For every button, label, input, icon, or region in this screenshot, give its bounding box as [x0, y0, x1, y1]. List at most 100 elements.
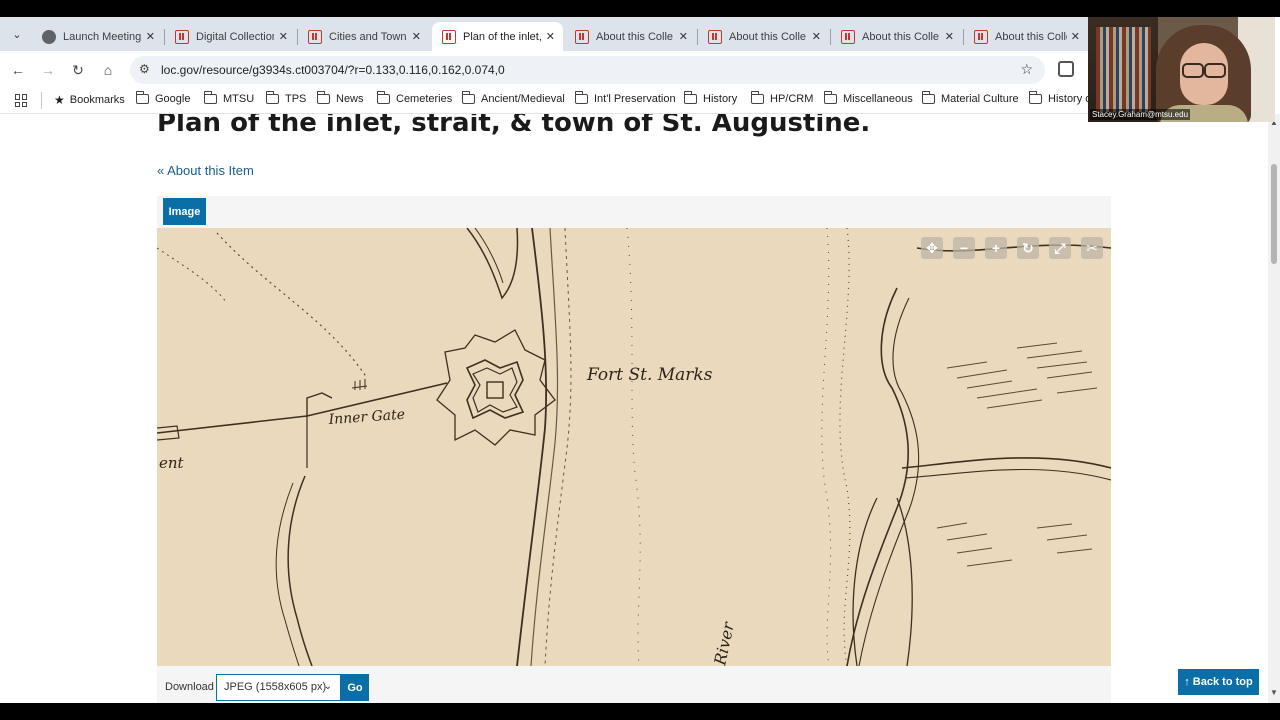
bookmark-folder-ancient-medieval[interactable]: Ancient/Medieval	[461, 91, 565, 105]
map-label-gate: Inner Gate	[327, 407, 405, 428]
tab-2[interactable]: Cities and Towns ✕	[298, 22, 429, 51]
download-go-button[interactable]: Go	[341, 674, 369, 701]
bookmark-folder-material-culture[interactable]: Material Culture	[921, 91, 1019, 105]
folder-icon	[135, 91, 149, 104]
bookmark-folder-cemeteries[interactable]: Cemeteries	[376, 91, 453, 105]
map-drawing: Fort St. Marks Inner Gate ent River	[157, 228, 1111, 666]
tab-title: About this Colle	[596, 30, 674, 43]
bookmark-label: Ancient/Medieval	[481, 93, 565, 105]
crop-scissors-icon[interactable]: ✂	[1081, 237, 1103, 259]
scroll-down-arrow-icon[interactable]: ▼	[1270, 688, 1278, 697]
close-tab-icon[interactable]: ✕	[945, 30, 954, 43]
bookmark-star-icon[interactable]: ☆	[1020, 61, 1033, 78]
folder-icon	[750, 91, 764, 104]
top-letterbox	[0, 0, 1280, 17]
download-format-select[interactable]: JPEG (1558x605 px) ⌄	[216, 674, 341, 701]
bookmark-folder-miscellaneous[interactable]: Miscellaneous	[823, 91, 913, 105]
folder-icon	[265, 91, 279, 104]
glasses	[1182, 63, 1226, 78]
tab-image[interactable]: Image	[163, 198, 206, 225]
bookmark-label: Cemeteries	[396, 93, 453, 105]
tab-3-active[interactable]: Plan of the inlet, ✕	[432, 22, 563, 51]
page-title: Plan of the inlet, strait, & town of St.…	[157, 114, 871, 138]
bookmark-folder-history[interactable]: History	[683, 91, 737, 105]
back-arrow-icon[interactable]: ←	[8, 60, 28, 80]
close-tab-icon[interactable]: ✕	[1071, 30, 1080, 43]
bookmark-label: Material Culture	[941, 93, 1019, 105]
home-icon[interactable]: ⌂	[98, 60, 118, 80]
folder-icon	[574, 91, 588, 104]
bookmark-folder-history-o[interactable]: History o	[1028, 91, 1092, 105]
extension-icon[interactable]	[1058, 61, 1074, 77]
bookmark-label: TPS	[285, 93, 307, 105]
tab-5[interactable]: About this Colle ✕	[698, 22, 829, 51]
site-info-icon[interactable]: ⚙	[139, 62, 150, 76]
bookmark-folder-tps[interactable]: TPS	[265, 91, 307, 105]
loc-favicon-icon	[442, 29, 456, 44]
map-image[interactable]: Fort St. Marks Inner Gate ent River ✥ − …	[157, 228, 1111, 666]
bookmark-label: History o	[1048, 93, 1092, 105]
tab-0[interactable]: Launch Meeting ✕	[32, 22, 163, 51]
bookmark-folder-mtsu[interactable]: MTSU	[203, 91, 254, 105]
tab-7[interactable]: About this Colle ✕	[964, 22, 1088, 51]
loc-favicon-icon	[708, 29, 722, 44]
pan-icon[interactable]: ✥	[921, 237, 943, 259]
bookmark-label: News	[336, 93, 364, 105]
apps-grid-icon[interactable]	[15, 94, 28, 107]
bookmark-label: Bookmarks	[69, 94, 125, 106]
close-tab-icon[interactable]: ✕	[412, 30, 421, 43]
scrollbar-thumb[interactable]	[1271, 164, 1277, 264]
address-bar[interactable]: ⚙ loc.gov/resource/g3934s.ct003704/?r=0.…	[130, 56, 1045, 84]
loc-favicon-icon	[175, 29, 189, 44]
about-this-item-link[interactable]: « About this Item	[157, 163, 254, 178]
bookmark-bookmarks[interactable]: ★ Bookmarks	[54, 93, 125, 107]
page-scrollbar[interactable]: ▲ ▼	[1268, 114, 1280, 703]
tab-6[interactable]: About this Colle ✕	[831, 22, 962, 51]
navigation-bar: ← → ↻ ⌂ ⚙ loc.gov/resource/g3934s.ct0037…	[0, 51, 1088, 87]
tab-4[interactable]: About this Colle ✕	[565, 22, 696, 51]
bookmark-folder-news[interactable]: News	[316, 91, 364, 105]
star-icon: ★	[54, 93, 65, 107]
map-toolbar: ✥ − + ↻ ⤢ ✂	[921, 237, 1103, 259]
folder-icon	[683, 91, 697, 104]
zoom-out-icon[interactable]: −	[953, 237, 975, 259]
folder-icon	[921, 91, 935, 104]
reload-icon[interactable]: ↻	[68, 60, 88, 80]
bookmark-folder-hp-crm[interactable]: HP/CRM	[750, 91, 814, 105]
rotate-icon[interactable]: ↻	[1017, 237, 1039, 259]
folder-icon	[203, 91, 217, 104]
zoom-in-icon[interactable]: +	[985, 237, 1007, 259]
bookmark-label: Miscellaneous	[843, 93, 913, 105]
folder-icon	[376, 91, 390, 104]
download-format-value: JPEG (1558x605 px)	[224, 681, 327, 693]
tab-title: Launch Meeting	[63, 30, 141, 43]
bookmark-label: HP/CRM	[770, 93, 814, 105]
close-tab-icon[interactable]: ✕	[279, 30, 288, 43]
map-label-fort: Fort St. Marks	[586, 365, 713, 385]
forward-arrow-icon[interactable]: →	[38, 60, 58, 80]
bottom-letterbox	[0, 703, 1280, 720]
bookmark-label: Int'l Preservation	[594, 93, 676, 105]
back-to-top-label: Back to top	[1192, 676, 1253, 688]
close-tab-icon[interactable]: ✕	[679, 30, 688, 43]
browser-window: ⌄ Launch Meeting ✕ Digital Collection ✕ …	[0, 0, 1280, 720]
fullscreen-icon[interactable]: ⤢	[1049, 237, 1071, 259]
bookmark-folder-intl-preservation[interactable]: Int'l Preservation	[574, 91, 676, 105]
close-tab-icon[interactable]: ✕	[546, 30, 555, 43]
bookmark-folder-google[interactable]: Google	[135, 91, 190, 105]
folder-icon	[316, 91, 330, 104]
map-label-river: River	[710, 619, 738, 666]
download-label: Download	[165, 681, 214, 693]
tab-1[interactable]: Digital Collection ✕	[165, 22, 296, 51]
close-tab-icon[interactable]: ✕	[812, 30, 821, 43]
back-to-top-button[interactable]: ↑ Back to top	[1178, 669, 1259, 695]
tab-title: Digital Collection	[196, 30, 274, 43]
loc-favicon-icon	[974, 29, 988, 44]
tab-strip: ⌄ Launch Meeting ✕ Digital Collection ✕ …	[0, 17, 1088, 51]
url-text[interactable]: loc.gov/resource/g3934s.ct003704/?r=0.13…	[161, 63, 505, 77]
loc-favicon-icon	[575, 29, 589, 44]
tab-title: Plan of the inlet,	[463, 30, 541, 43]
arrow-up-icon: ↑	[1184, 676, 1190, 688]
tab-search-chevron-icon[interactable]: ⌄	[6, 24, 28, 44]
close-tab-icon[interactable]: ✕	[146, 30, 155, 43]
